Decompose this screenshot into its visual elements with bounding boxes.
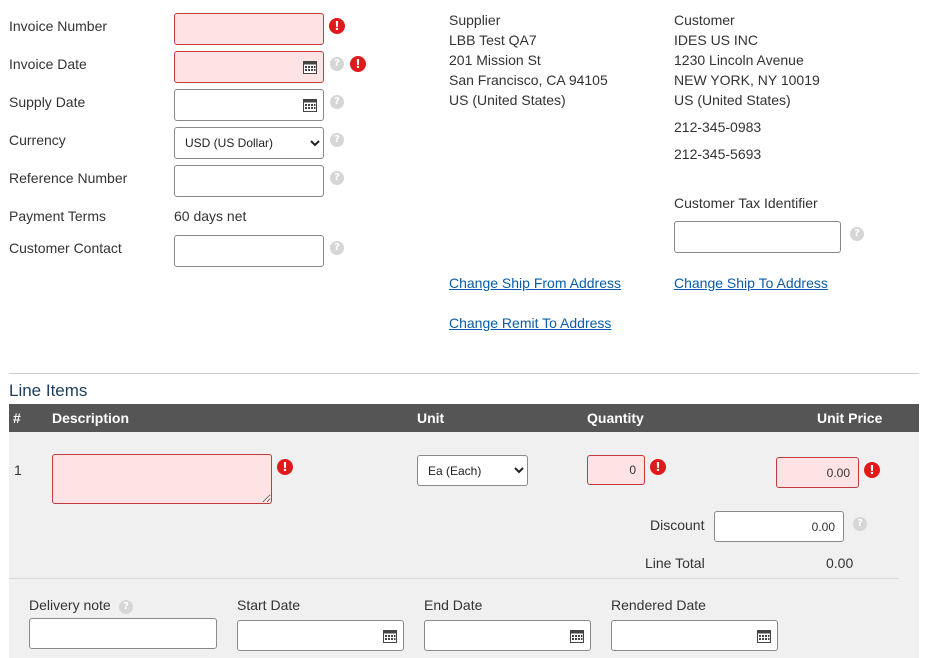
rendered-date-label: Rendered Date <box>611 597 706 613</box>
customer-address: Customer IDES US INC 1230 Lincoln Avenue… <box>674 10 820 110</box>
reference-number-label: Reference Number <box>9 170 128 186</box>
customer-street: 1230 Lincoln Avenue <box>674 52 804 68</box>
supplier-country: US (United States) <box>449 92 566 108</box>
customer-tax-identifier-input[interactable] <box>675 222 840 252</box>
customer-tax-identifier-label: Customer Tax Identifier <box>674 195 818 211</box>
customer-phone-1: 212-345-0983 <box>674 119 762 135</box>
unit-price-field[interactable] <box>776 457 859 488</box>
end-date-label: End Date <box>424 597 483 613</box>
line-total-label: Line Total <box>645 555 705 571</box>
calendar-icon[interactable] <box>757 629 771 643</box>
column-unit-price: Unit Price <box>817 410 883 426</box>
help-icon[interactable]: ? <box>330 95 344 109</box>
reference-number-field[interactable] <box>174 165 324 197</box>
discount-input[interactable] <box>715 512 843 541</box>
invoice-date-label: Invoice Date <box>9 56 87 72</box>
help-icon[interactable]: ? <box>119 600 133 614</box>
start-date-label: Start Date <box>237 597 301 613</box>
invoice-date-input[interactable] <box>175 52 323 82</box>
error-icon: ! <box>277 459 293 475</box>
start-date-input[interactable] <box>238 621 403 650</box>
delivery-note-input[interactable] <box>30 619 216 648</box>
currency-label: Currency <box>9 132 66 148</box>
customer-name: IDES US INC <box>674 32 759 48</box>
change-ship-to-link[interactable]: Change Ship To Address <box>674 275 828 291</box>
error-icon: ! <box>329 18 345 34</box>
unit-select[interactable]: Ea (Each) <box>417 455 528 486</box>
calendar-icon[interactable] <box>383 629 397 643</box>
customer-city: NEW YORK, NY 10019 <box>674 72 820 88</box>
customer-country: US (United States) <box>674 92 791 108</box>
currency-select[interactable]: USD (US Dollar) <box>174 127 324 159</box>
line-items-title: Line Items <box>9 381 88 400</box>
supplier-city: San Francisco, CA 94105 <box>449 72 608 88</box>
help-icon[interactable]: ? <box>330 171 344 185</box>
start-date-field[interactable] <box>237 620 404 651</box>
customer-heading: Customer <box>674 12 735 28</box>
customer-contact-field[interactable] <box>174 235 324 267</box>
error-icon: ! <box>350 56 366 72</box>
column-quantity: Quantity <box>587 410 644 426</box>
help-icon[interactable]: ? <box>330 57 344 71</box>
rendered-date-input[interactable] <box>612 621 777 650</box>
quantity-input[interactable] <box>588 456 644 484</box>
end-date-field[interactable] <box>424 620 591 651</box>
change-ship-from-link[interactable]: Change Ship From Address <box>449 275 621 291</box>
help-icon[interactable]: ? <box>853 517 867 531</box>
calendar-icon[interactable] <box>303 98 317 112</box>
quantity-field[interactable] <box>587 455 645 485</box>
row-divider <box>9 578 899 579</box>
line-total-value: 0.00 <box>826 555 854 571</box>
discount-label: Discount <box>650 517 705 533</box>
supply-date-label: Supply Date <box>9 94 86 110</box>
invoice-number-label: Invoice Number <box>9 18 108 34</box>
reference-number-input[interactable] <box>175 166 323 196</box>
end-date-input[interactable] <box>425 621 590 650</box>
help-icon[interactable]: ? <box>330 133 344 147</box>
customer-contact-input[interactable] <box>175 236 323 266</box>
error-icon: ! <box>650 459 666 475</box>
delivery-note-label: Delivery note <box>29 597 111 613</box>
discount-field[interactable] <box>714 511 844 542</box>
unit-price-input[interactable] <box>777 458 858 487</box>
supplier-address: Supplier LBB Test QA7 201 Mission St San… <box>449 10 608 110</box>
customer-contact-label: Customer Contact <box>9 240 122 256</box>
section-divider <box>9 373 919 374</box>
invoice-date-field[interactable] <box>174 51 324 83</box>
line-item-number: 1 <box>14 462 22 478</box>
column-unit: Unit <box>417 410 445 426</box>
help-icon[interactable]: ? <box>330 241 344 255</box>
help-icon[interactable]: ? <box>850 227 864 241</box>
invoice-number-input[interactable] <box>175 14 323 44</box>
supplier-heading: Supplier <box>449 12 501 28</box>
customer-tax-identifier-field[interactable] <box>674 221 841 253</box>
supply-date-field[interactable] <box>174 89 324 121</box>
calendar-icon[interactable] <box>570 629 584 643</box>
description-textarea[interactable] <box>52 454 272 504</box>
column-number: # <box>13 410 21 426</box>
rendered-date-field[interactable] <box>611 620 778 651</box>
error-icon: ! <box>864 462 880 478</box>
calendar-icon[interactable] <box>303 60 317 74</box>
supply-date-input[interactable] <box>175 90 323 120</box>
change-remit-to-link[interactable]: Change Remit To Address <box>449 315 611 331</box>
payment-terms-value: 60 days net <box>174 208 247 224</box>
invoice-number-field[interactable] <box>174 13 324 45</box>
column-description: Description <box>52 410 130 426</box>
payment-terms-label: Payment Terms <box>9 208 106 224</box>
supplier-street: 201 Mission St <box>449 52 541 68</box>
supplier-name: LBB Test QA7 <box>449 32 537 48</box>
line-items-table-header: # Description Unit Quantity Unit Price <box>9 404 919 432</box>
customer-phone-2: 212-345-5693 <box>674 146 762 162</box>
delivery-note-field[interactable] <box>29 618 217 649</box>
